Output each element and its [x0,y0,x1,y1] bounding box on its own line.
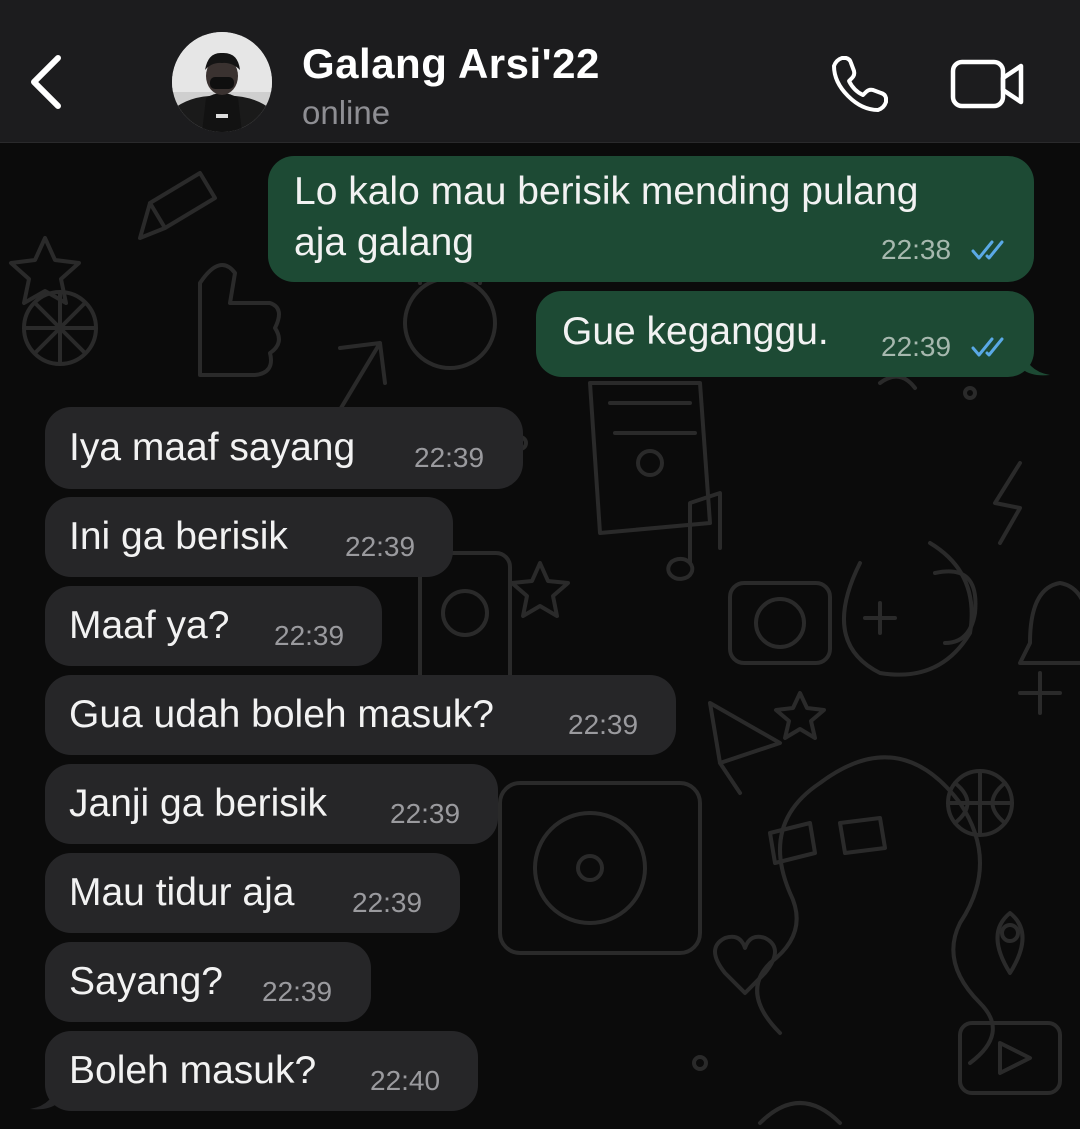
message-time: 22:39 [345,531,416,562]
message-text: Sayang? [69,960,223,1003]
message-text: Iya maaf sayang [69,426,356,469]
message-text: Gue keganggu. [562,310,829,353]
message-text: aja galang [294,221,474,264]
message-bubble-incoming[interactable]: Maaf ya? 22:39 [45,586,382,666]
message-text: Lo kalo mau berisik mending pulang [294,170,919,213]
message-text: Boleh masuk? [69,1049,317,1092]
message-text: Mau tidur aja [69,871,295,914]
message-time: 22:39 [881,331,952,362]
message-bubble-incoming[interactable]: Ini ga berisik 22:39 [45,497,453,577]
message-bubble-incoming[interactable]: Gua udah boleh masuk? 22:39 [45,675,676,755]
message-time: 22:39 [568,709,639,740]
video-camera-icon [950,59,1024,109]
phone-icon [832,56,888,112]
message-text: Maaf ya? [69,604,230,647]
chat-header: Galang Arsi'22 online [0,0,1080,143]
message-text: Ini ga berisik [69,515,288,558]
message-text: Gua udah boleh masuk? [69,693,494,736]
message-bubble-incoming[interactable]: Janji ga berisik 22:39 [45,764,498,844]
double-check-icon [971,240,1004,260]
chevron-left-icon [31,55,61,109]
back-button[interactable] [22,50,72,114]
message-time: 22:39 [262,976,333,1007]
message-time: 22:40 [370,1065,441,1096]
message-bubble-incoming[interactable]: Mau tidur aja 22:39 [45,853,460,933]
message-bubble-outgoing[interactable]: Lo kalo mau berisik mending pulang aja g… [268,156,1034,282]
message-time: 22:39 [274,620,345,651]
message-time: 22:39 [390,798,461,829]
video-call-button[interactable] [950,56,1026,112]
message-bubble-incoming[interactable]: Boleh masuk? 22:40 [45,1031,478,1111]
contact-avatar[interactable] [172,32,272,132]
message-bubble-incoming[interactable]: Sayang? 22:39 [45,942,371,1022]
voice-call-button[interactable] [828,52,892,116]
message-time: 22:38 [881,234,952,265]
message-bubble-incoming[interactable]: Iya maaf sayang 22:39 [45,407,523,489]
double-check-icon [971,337,1004,357]
contact-name[interactable]: Galang Arsi'22 [302,40,600,88]
message-time: 22:39 [414,442,485,473]
message-text: Janji ga berisik [69,782,327,825]
avatar-photo [172,32,272,132]
chat-screen: Galang Arsi'22 online Lo kalo mau berisi… [0,0,1080,1129]
message-time: 22:39 [352,887,423,918]
message-bubble-outgoing[interactable]: Gue keganggu. 22:39 [536,291,1034,377]
contact-status: online [302,94,391,131]
